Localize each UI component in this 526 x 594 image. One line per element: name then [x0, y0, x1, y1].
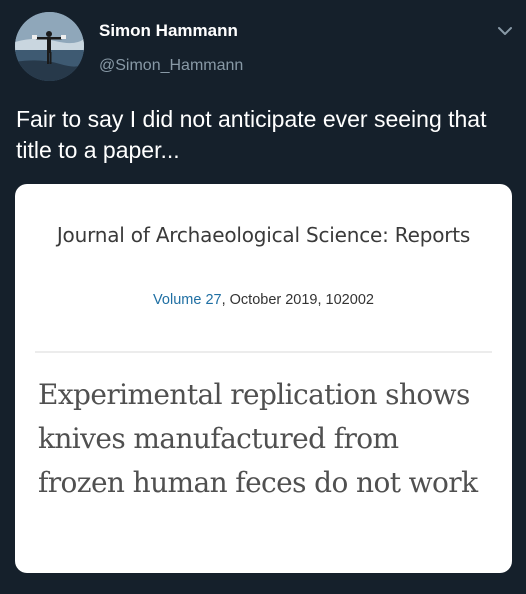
profile-photo-icon	[15, 12, 84, 81]
journal-name[interactable]: Journal of Archaeological Science: Repor…	[15, 218, 512, 252]
chevron-down-icon[interactable]	[497, 25, 513, 37]
volume-link[interactable]: Volume 27	[153, 292, 222, 308]
paper-card[interactable]: Journal of Archaeological Science: Repor…	[15, 184, 512, 573]
paper-title: Experimental replication shows knives ma…	[38, 378, 478, 499]
tweet: Simon Hammann @Simon_Hammann Fair to say…	[0, 0, 526, 594]
author-display-name[interactable]: Simon Hammann	[99, 21, 238, 41]
avatar[interactable]	[15, 12, 84, 81]
volume-info: Volume 27, October 2019, 102002	[15, 291, 512, 309]
author-handle[interactable]: @Simon_Hammann	[99, 56, 243, 76]
tweet-text: Fair to say I did not anticipate ever se…	[16, 106, 487, 163]
issue-info: , October 2019, 102002	[221, 292, 374, 308]
divider	[35, 351, 492, 353]
